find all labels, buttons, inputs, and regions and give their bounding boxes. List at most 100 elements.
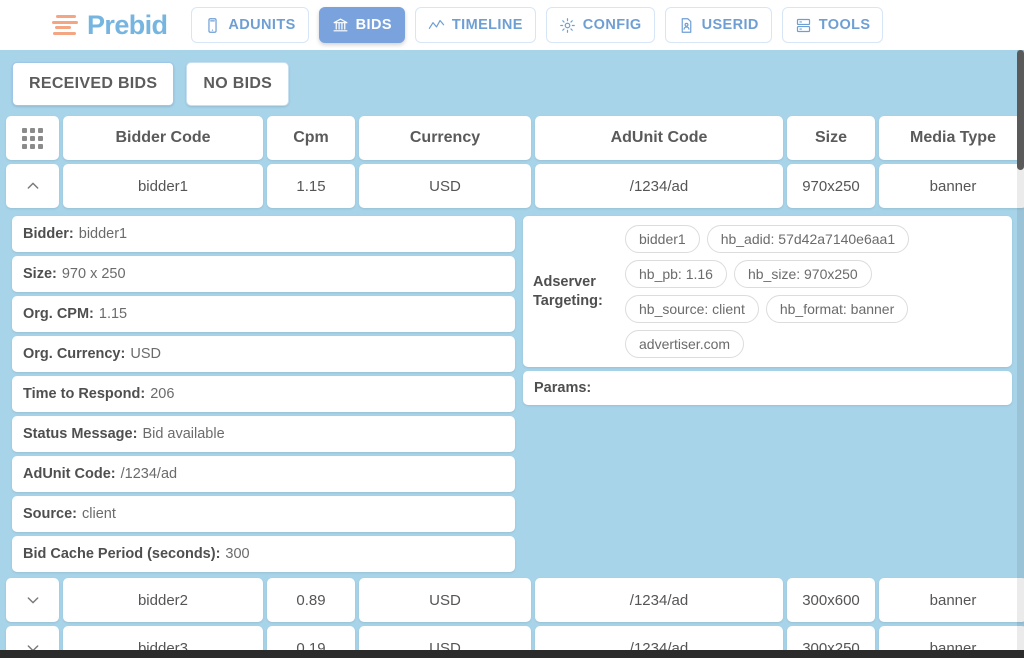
detail-field-label: Time to Respond: bbox=[23, 386, 145, 402]
cell-size: 970x250 bbox=[787, 164, 875, 208]
params-panel: Params: bbox=[523, 371, 1012, 405]
detail-field-label: Size: bbox=[23, 266, 57, 282]
bottom-edge-bar bbox=[0, 650, 1024, 658]
bid-detail-panel: Bidder: bidder1 Size: 970 x 250 Org. CPM: 1.1… bbox=[6, 212, 1018, 578]
detail-field: Status Message: Bid available bbox=[12, 416, 515, 452]
brand-logo: Prebid bbox=[52, 10, 167, 41]
cell-media-type: banner bbox=[879, 578, 1024, 622]
cell-cpm: 0.89 bbox=[267, 578, 355, 622]
tab-no-bids[interactable]: NO BIDS bbox=[186, 62, 289, 106]
cell-adunit-code: /1234/ad bbox=[535, 164, 783, 208]
detail-field-value: client bbox=[82, 506, 116, 522]
top-navigation-bar: Prebid ADUNITS BIDS TIMELINE CONFIG USERID TO… bbox=[0, 0, 1024, 50]
column-header-size[interactable]: Size bbox=[787, 116, 875, 160]
detail-field-label: Source: bbox=[23, 506, 77, 522]
nav-button-label: TOOLS bbox=[819, 17, 871, 33]
document-user-icon bbox=[678, 17, 695, 34]
detail-field: Org. CPM: 1.15 bbox=[12, 296, 515, 332]
column-header-cpm[interactable]: Cpm bbox=[267, 116, 355, 160]
adserver-targeting-label: Adserver Targeting: bbox=[533, 273, 617, 309]
adserver-targeting-chip-list: bidder1hb_adid: 57d42a7140e6aa1 hb_pb: 1.… bbox=[625, 225, 1002, 358]
chart-line-icon bbox=[428, 17, 445, 34]
brand-name: Prebid bbox=[87, 10, 167, 41]
detail-field: Bidder: bidder1 bbox=[12, 216, 515, 252]
grid-icon bbox=[22, 128, 43, 149]
targeting-chip[interactable]: hb_size: 970x250 bbox=[734, 260, 872, 288]
gear-icon bbox=[559, 17, 576, 34]
detail-field-value: Bid available bbox=[142, 426, 224, 442]
cell-cpm: 1.15 bbox=[267, 164, 355, 208]
detail-field: Org. Currency: USD bbox=[12, 336, 515, 372]
prebid-logo-icon bbox=[52, 15, 78, 35]
detail-field-value: 206 bbox=[150, 386, 174, 402]
detail-field-label: Org. Currency: bbox=[23, 346, 125, 362]
nav-button-group: ADUNITS BIDS TIMELINE CONFIG USERID TOOLS bbox=[191, 7, 883, 43]
detail-field-label: Org. CPM: bbox=[23, 306, 94, 322]
bids-table: Bidder Code Cpm Currency AdUnit Code Siz… bbox=[0, 116, 1024, 658]
detail-field-label: Bidder: bbox=[23, 226, 74, 242]
table-header-row: Bidder Code Cpm Currency AdUnit Code Siz… bbox=[6, 116, 1018, 160]
nav-button-timeline[interactable]: TIMELINE bbox=[415, 7, 536, 43]
prebid-debug-app: Prebid ADUNITS BIDS TIMELINE CONFIG USERID TO… bbox=[0, 0, 1024, 658]
chevron-up-icon bbox=[25, 178, 41, 194]
bid-detail-field-list: Bidder: bidder1 Size: 970 x 250 Org. CPM: 1.1… bbox=[12, 216, 515, 572]
tab-received-bids[interactable]: RECEIVED BIDS bbox=[12, 62, 174, 106]
detail-field: Source: client bbox=[12, 496, 515, 532]
detail-field: Bid Cache Period (seconds): 300 bbox=[12, 536, 515, 572]
nav-button-userid[interactable]: USERID bbox=[665, 7, 772, 43]
chevron-down-icon bbox=[25, 592, 41, 608]
nav-button-config[interactable]: CONFIG bbox=[546, 7, 655, 43]
cell-bidder-code: bidder1 bbox=[63, 164, 263, 208]
detail-field-label: AdUnit Code: bbox=[23, 466, 116, 482]
nav-button-bids[interactable]: BIDS bbox=[319, 7, 405, 43]
nav-button-label: BIDS bbox=[356, 17, 392, 33]
detail-field-label: Status Message: bbox=[23, 426, 137, 442]
params-label: Params: bbox=[534, 380, 591, 396]
detail-field: Time to Respond: 206 bbox=[12, 376, 515, 412]
targeting-chip[interactable]: bidder1 bbox=[625, 225, 700, 253]
row-expand-button[interactable] bbox=[6, 578, 59, 622]
column-header-adunit-code[interactable]: AdUnit Code bbox=[535, 116, 783, 160]
cell-bidder-code: bidder2 bbox=[63, 578, 263, 622]
column-header-currency[interactable]: Currency bbox=[359, 116, 531, 160]
detail-field-value: 1.15 bbox=[99, 306, 127, 322]
targeting-chip[interactable]: advertiser.com bbox=[625, 330, 744, 358]
detail-field: AdUnit Code: /1234/ad bbox=[12, 456, 515, 492]
nav-button-label: USERID bbox=[702, 17, 759, 33]
bid-detail-side: Adserver Targeting: bidder1hb_adid: 57d4… bbox=[523, 216, 1012, 572]
tablet-icon bbox=[204, 17, 221, 34]
cell-media-type: banner bbox=[879, 164, 1024, 208]
vertical-scrollbar-thumb[interactable] bbox=[1017, 50, 1024, 170]
nav-button-label: CONFIG bbox=[583, 17, 642, 33]
nav-button-adunits[interactable]: ADUNITS bbox=[191, 7, 308, 43]
detail-field: Size: 970 x 250 bbox=[12, 256, 515, 292]
detail-field-value: USD bbox=[130, 346, 161, 362]
cell-currency: USD bbox=[359, 164, 531, 208]
column-header-media-type[interactable]: Media Type bbox=[879, 116, 1024, 160]
nav-button-tools[interactable]: TOOLS bbox=[782, 7, 884, 43]
detail-field-value: 300 bbox=[225, 546, 249, 562]
server-stack-icon bbox=[795, 17, 812, 34]
column-header-bidder-code[interactable]: Bidder Code bbox=[63, 116, 263, 160]
targeting-chip[interactable]: hb_adid: 57d42a7140e6aa1 bbox=[707, 225, 909, 253]
bank-icon bbox=[332, 17, 349, 34]
bids-tab-row: RECEIVED BIDS NO BIDS bbox=[0, 50, 1024, 116]
adserver-targeting-panel: Adserver Targeting: bidder1hb_adid: 57d4… bbox=[523, 216, 1012, 367]
nav-button-label: TIMELINE bbox=[452, 17, 523, 33]
table-row[interactable]: bidder20.89USD/1234/ad300x600banner bbox=[6, 578, 1018, 622]
detail-field-value: 970 x 250 bbox=[62, 266, 126, 282]
grid-view-button[interactable] bbox=[6, 116, 59, 160]
vertical-scrollbar-track[interactable] bbox=[1017, 50, 1024, 650]
row-collapse-button[interactable] bbox=[6, 164, 59, 208]
detail-field-label: Bid Cache Period (seconds): bbox=[23, 546, 220, 562]
detail-field-value: /1234/ad bbox=[121, 466, 177, 482]
nav-button-label: ADUNITS bbox=[228, 17, 295, 33]
collapsed-rows: bidder20.89USD/1234/ad300x600bannerbidde… bbox=[6, 578, 1018, 658]
targeting-chip[interactable]: hb_format: banner bbox=[766, 295, 908, 323]
table-row[interactable]: bidder1 1.15 USD /1234/ad 970x250 banner bbox=[6, 164, 1018, 208]
targeting-chip[interactable]: hb_pb: 1.16 bbox=[625, 260, 727, 288]
cell-currency: USD bbox=[359, 578, 531, 622]
targeting-chip[interactable]: hb_source: client bbox=[625, 295, 759, 323]
cell-adunit-code: /1234/ad bbox=[535, 578, 783, 622]
detail-field-value: bidder1 bbox=[79, 226, 127, 242]
